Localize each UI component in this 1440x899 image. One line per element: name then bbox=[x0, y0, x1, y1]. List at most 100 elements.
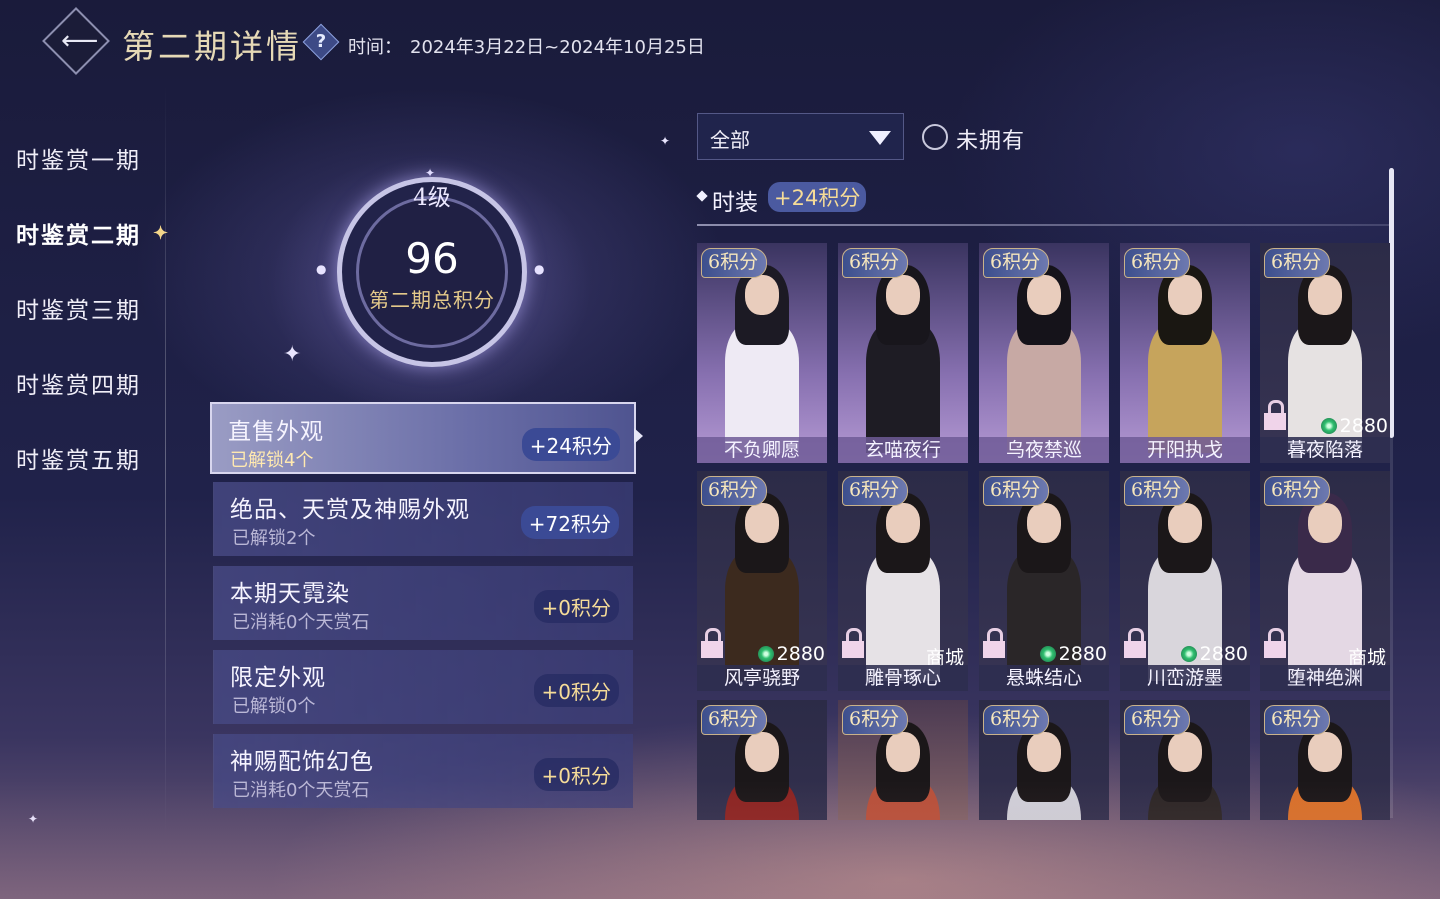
jade-coin-icon bbox=[757, 646, 774, 662]
outfit-card[interactable]: 6积分 bbox=[979, 700, 1109, 820]
outfit-portrait bbox=[1003, 722, 1085, 820]
sparkle-icon: ● bbox=[534, 262, 545, 276]
diamond-bullet-icon bbox=[696, 190, 708, 202]
outfit-card[interactable]: 6积分 bbox=[1260, 700, 1390, 820]
outfit-card[interactable]: 6积分 商城 雕骨琢心 bbox=[838, 471, 968, 691]
outfit-card[interactable]: 6积分 bbox=[1120, 700, 1250, 820]
outfit-points-tag: 6积分 bbox=[1264, 705, 1331, 735]
back-arrow-icon: ⟵ bbox=[61, 26, 99, 56]
outfit-portrait bbox=[721, 722, 803, 820]
outfit-price: 2880 bbox=[1039, 643, 1107, 665]
outfit-price: 2880 bbox=[757, 643, 825, 665]
outfit-points-tag: 6积分 bbox=[701, 248, 768, 278]
outfit-name: 雕骨琢心 bbox=[838, 665, 968, 691]
category-dye[interactable]: 本期天霓染 已消耗0个天赏石 +0积分 bbox=[213, 566, 633, 640]
outfit-card[interactable]: 6积分 2880 暮夜陷落 bbox=[1260, 243, 1390, 463]
outfit-name: 玄喵夜行 bbox=[838, 437, 968, 463]
outfit-points-tag: 6积分 bbox=[1264, 476, 1331, 506]
outfit-portrait bbox=[721, 265, 803, 453]
outfit-name: 不负卿愿 bbox=[697, 437, 827, 463]
outfit-points-tag: 6积分 bbox=[983, 476, 1050, 506]
outfit-name: 暮夜陷落 bbox=[1260, 437, 1390, 463]
score-caption: 第二期总积分 bbox=[369, 288, 495, 312]
time-value: 2024年3月22日~2024年10月25日 bbox=[410, 37, 705, 58]
outfit-points-tag: 6积分 bbox=[701, 476, 768, 506]
outfit-points-tag: 6积分 bbox=[701, 705, 768, 735]
nav-item-period-3[interactable]: 时鉴赏三期 bbox=[0, 270, 165, 345]
outfit-card[interactable]: 6积分 bbox=[838, 700, 968, 820]
score-total: 96 bbox=[405, 234, 459, 283]
category-direct-sale[interactable]: 直售外观 已解锁4个 +24积分 bbox=[210, 402, 636, 474]
jade-coin-icon bbox=[1180, 646, 1197, 662]
jade-coin-icon bbox=[1039, 646, 1056, 662]
outfit-points-tag: 6积分 bbox=[1124, 476, 1191, 506]
outfit-card[interactable]: 6积分 乌夜禁巡 bbox=[979, 243, 1109, 463]
outfit-card[interactable]: 6积分玄喵夜行 bbox=[838, 243, 968, 463]
nav-item-period-4[interactable]: 时鉴赏四期 bbox=[0, 345, 165, 420]
outfit-card[interactable]: 6积分开阳执戈 bbox=[1120, 243, 1250, 463]
page-title: 第二期详情 bbox=[122, 27, 302, 66]
outfit-card[interactable]: 6积分 商城 堕神绝渊 bbox=[1260, 471, 1390, 691]
period-nav: 时鉴赏一期 时鉴赏二期 ✦ 时鉴赏三期 时鉴赏四期 时鉴赏五期 bbox=[0, 120, 168, 495]
outfit-portrait bbox=[1144, 265, 1226, 453]
category-points: +0积分 bbox=[533, 758, 619, 791]
lock-icon bbox=[842, 628, 864, 658]
outfit-card[interactable]: 6积分 2880 川峦游墨 bbox=[1120, 471, 1250, 691]
section-divider bbox=[697, 224, 1390, 226]
nav-item-period-1[interactable]: 时鉴赏一期 bbox=[0, 120, 165, 195]
outfit-card[interactable]: 6积分不负卿愿 bbox=[697, 243, 827, 463]
active-indicator-icon: ✦ bbox=[153, 223, 171, 244]
category-points: +0积分 bbox=[533, 674, 619, 707]
outfit-portrait bbox=[1284, 722, 1366, 820]
outfit-card[interactable]: 6积分 2880 悬蛛结心 bbox=[979, 471, 1109, 691]
lock-icon bbox=[983, 628, 1005, 658]
outfit-name: 乌夜禁巡 bbox=[979, 437, 1109, 463]
jade-coin-icon bbox=[1320, 418, 1337, 434]
section-points: +24积分 bbox=[768, 182, 867, 212]
nav-item-period-2[interactable]: 时鉴赏二期 ✦ bbox=[0, 195, 168, 270]
outfit-portrait bbox=[862, 722, 944, 820]
category-premium[interactable]: 绝品、天赏及神赐外观 已解锁2个 +72积分 bbox=[213, 482, 633, 556]
outfit-name: 川峦游墨 bbox=[1120, 665, 1250, 691]
unowned-radio[interactable] bbox=[922, 124, 948, 150]
outfit-points-tag: 6积分 bbox=[1124, 248, 1191, 278]
outfit-name: 开阳执戈 bbox=[1120, 437, 1250, 463]
outfit-portrait bbox=[1003, 265, 1085, 453]
category-points: +24积分 bbox=[521, 428, 620, 461]
category-limited[interactable]: 限定外观 已解锁0个 +0积分 bbox=[213, 650, 633, 724]
outfit-price: 2880 bbox=[1320, 415, 1388, 437]
sparkle-icon: ● bbox=[316, 262, 327, 276]
sparkle-icon: ✦ bbox=[28, 812, 39, 826]
score-level: 4级 bbox=[413, 185, 451, 211]
sparkle-icon: ✦ bbox=[660, 134, 671, 148]
outfit-card[interactable]: 6积分 2880 风亭骁野 bbox=[697, 471, 827, 691]
lock-icon bbox=[1264, 628, 1286, 658]
outfit-portrait bbox=[862, 265, 944, 453]
help-icon[interactable]: ? bbox=[302, 23, 340, 61]
nav-item-period-5[interactable]: 时鉴赏五期 bbox=[0, 420, 165, 495]
outfit-points-tag: 6积分 bbox=[1264, 248, 1331, 278]
category-accessory-color[interactable]: 神赐配饰幻色 已消耗0个天赏石 +0积分 bbox=[213, 734, 633, 808]
outfit-card[interactable]: 6积分 bbox=[697, 700, 827, 820]
chevron-down-icon bbox=[869, 131, 891, 145]
outfit-name: 悬蛛结心 bbox=[979, 665, 1109, 691]
lock-icon bbox=[1264, 400, 1286, 430]
filter-selected: 全部 bbox=[710, 128, 750, 152]
time-label: 时间： bbox=[348, 37, 402, 58]
outfit-points-tag: 6积分 bbox=[983, 705, 1050, 735]
category-points: +72积分 bbox=[520, 506, 619, 539]
sparkle-icon: ✦ bbox=[283, 342, 302, 367]
lock-icon bbox=[701, 628, 723, 658]
filter-dropdown[interactable]: 全部 bbox=[697, 113, 904, 160]
outfit-name: 风亭骁野 bbox=[697, 665, 827, 691]
back-button[interactable]: ⟵ bbox=[42, 7, 110, 75]
outfit-points-tag: 6积分 bbox=[1124, 705, 1191, 735]
outfit-price: 2880 bbox=[1180, 643, 1248, 665]
outfit-points-tag: 6积分 bbox=[842, 705, 909, 735]
unowned-label[interactable]: 未拥有 bbox=[956, 123, 1025, 155]
selected-arrow-icon bbox=[634, 428, 643, 444]
outfit-points-tag: 6积分 bbox=[842, 248, 909, 278]
section-title: 时装 bbox=[712, 190, 758, 216]
outfit-name: 堕神绝渊 bbox=[1260, 665, 1390, 691]
lock-icon bbox=[1124, 628, 1146, 658]
